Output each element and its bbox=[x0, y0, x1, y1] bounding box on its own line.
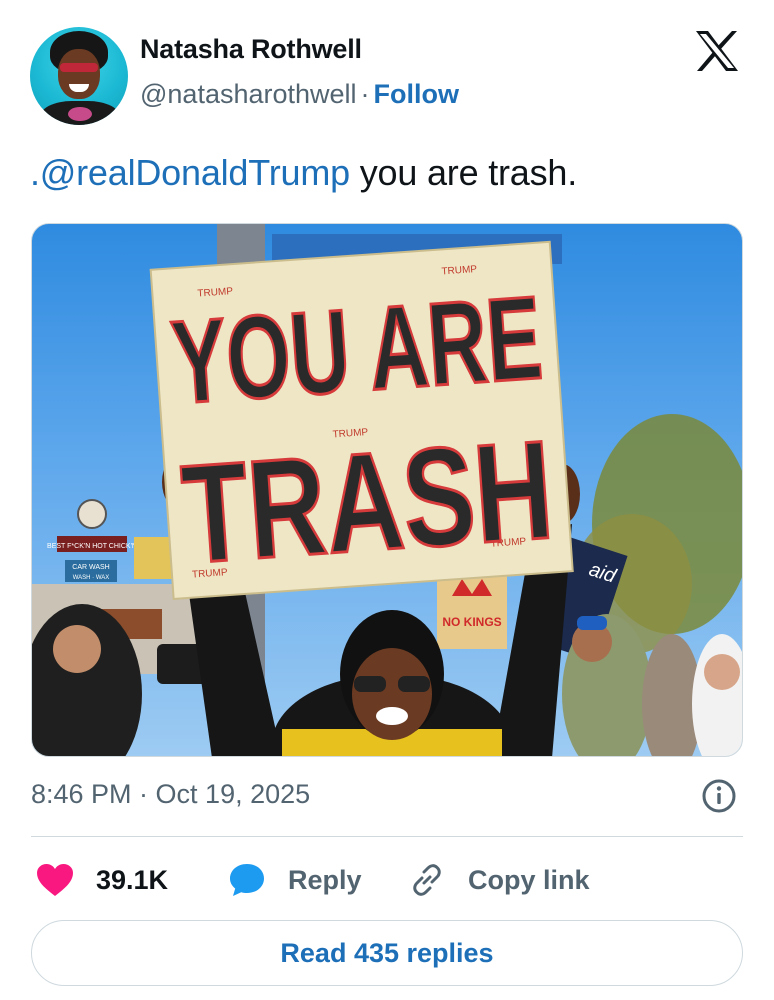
sunglasses-left bbox=[354, 676, 386, 692]
like-count: 39.1K bbox=[96, 864, 169, 895]
divider bbox=[31, 836, 743, 837]
tweet-text: .@realDonaldTrump you are trash. bbox=[30, 152, 577, 194]
author-name[interactable]: Natasha Rothwell bbox=[140, 34, 362, 65]
tweet-card: Natasha Rothwell @natasharothwell · Follow… bbox=[0, 0, 774, 1000]
avatar-glasses bbox=[60, 63, 98, 72]
carwash-sign-sub: WASH · WAX bbox=[73, 575, 110, 581]
x-logo-icon[interactable] bbox=[694, 30, 740, 72]
person-left-head bbox=[53, 625, 101, 673]
like-button[interactable]: 39.1K bbox=[36, 858, 168, 902]
woman-face bbox=[352, 648, 432, 740]
sign-line-1: YOU ARE bbox=[168, 272, 546, 429]
heart-icon bbox=[37, 864, 73, 896]
protest-photo-illustration: BEST F*CK'N HOT CHICK'N CAR WASH WASH · … bbox=[32, 224, 742, 756]
follow-button[interactable]: Follow bbox=[374, 79, 459, 109]
person-edge-head bbox=[704, 654, 740, 690]
woman-smile bbox=[376, 707, 408, 725]
copy-link-button[interactable]: Copy link bbox=[408, 858, 590, 902]
crown-sign bbox=[437, 574, 507, 649]
read-replies-button[interactable]: Read 435 replies bbox=[31, 920, 743, 986]
avatar-shirt bbox=[40, 101, 120, 125]
reply-button[interactable]: Reply bbox=[228, 858, 362, 902]
author-avatar[interactable] bbox=[30, 27, 128, 125]
tweet-timestamp[interactable]: 8:46 PM · Oct 19, 2025 bbox=[31, 779, 310, 810]
copy-link-label: Copy link bbox=[468, 864, 590, 895]
person-edge-right bbox=[692, 634, 742, 756]
blue-cap bbox=[577, 616, 607, 630]
cardboard-sign: TRUMP TRUMP TRUMP TRUMP TRUMP YOU ARE TR… bbox=[149, 240, 574, 601]
tweet-photo[interactable]: BEST F*CK'N HOT CHICK'N CAR WASH WASH · … bbox=[31, 223, 743, 757]
author-handle[interactable]: @natasharothwell bbox=[140, 79, 357, 109]
reply-bubble-icon bbox=[230, 864, 264, 896]
author-handle-row: @natasharothwell · Follow bbox=[140, 79, 459, 110]
link-icon bbox=[413, 864, 441, 896]
store-sign-text: BEST F*CK'N HOT CHICK'N bbox=[47, 543, 137, 550]
info-icon[interactable] bbox=[701, 778, 737, 814]
sunglasses-right bbox=[398, 676, 430, 692]
mention-link[interactable]: .@realDonaldTrump bbox=[30, 152, 350, 193]
clock-sign bbox=[77, 499, 107, 529]
reply-label: Reply bbox=[288, 864, 362, 895]
carwash-sign-text: CAR WASH bbox=[72, 564, 109, 571]
handle-separator: · bbox=[360, 79, 370, 109]
crown-sign-text: NO KINGS bbox=[442, 615, 501, 629]
sign-line-2: TRASH bbox=[177, 410, 557, 592]
tweet-body: you are trash. bbox=[349, 152, 578, 193]
